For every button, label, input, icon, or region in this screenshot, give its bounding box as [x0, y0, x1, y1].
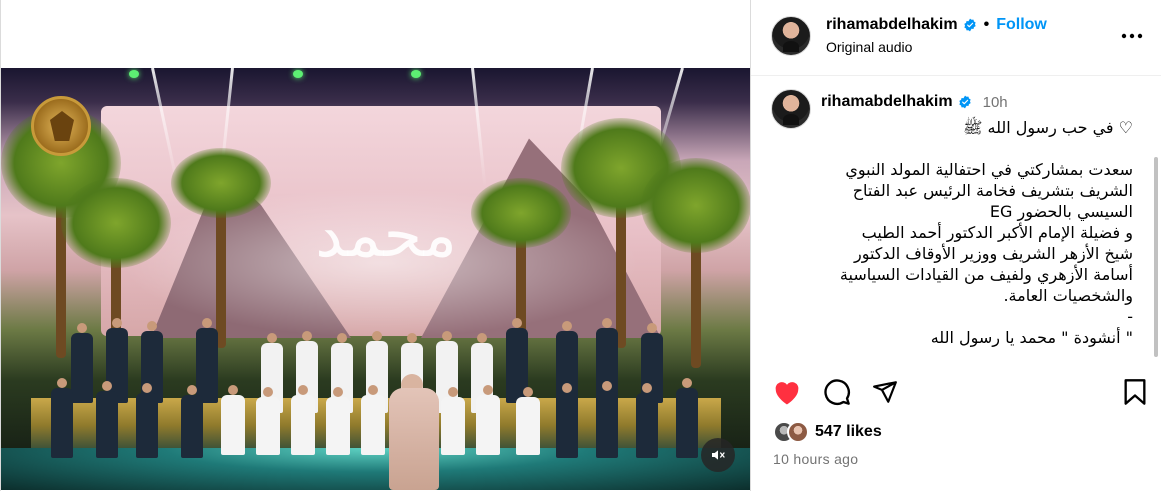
- choir-member: [196, 318, 218, 403]
- choir-member: [51, 378, 73, 458]
- choir-member: [636, 383, 658, 458]
- choir-member: [676, 378, 698, 458]
- save-button[interactable]: [1119, 376, 1151, 408]
- post-side-panel: rihamabdelhakim • Follow Original audio …: [750, 0, 1161, 491]
- heart-filled-icon: [775, 382, 799, 405]
- share-icon: [873, 381, 897, 403]
- choir-member: [476, 385, 500, 455]
- choir-member: [221, 385, 245, 455]
- original-audio-link[interactable]: Original audio: [826, 39, 912, 55]
- choir-member: [516, 387, 540, 455]
- comment-icon: [824, 379, 850, 405]
- choir-member: [361, 385, 385, 455]
- stage-light: [411, 70, 421, 78]
- comment-button[interactable]: [821, 376, 853, 408]
- choir-member: [96, 381, 118, 458]
- separator-dot: •: [983, 16, 990, 33]
- video-overlay-calligraphy: محمد: [315, 198, 457, 271]
- caption-timestamp[interactable]: 10h: [983, 94, 1008, 111]
- lead-singer: [389, 388, 439, 490]
- broadcaster-logo: [31, 96, 91, 156]
- media-column: محمد: [0, 0, 751, 491]
- choir-member: [326, 387, 350, 455]
- choir-member: [441, 387, 465, 455]
- author-username[interactable]: rihamabdelhakim: [826, 16, 958, 34]
- follow-button[interactable]: Follow: [996, 16, 1047, 34]
- author-row: rihamabdelhakim • Follow: [826, 16, 1047, 34]
- speaker-muted-icon: [712, 450, 725, 460]
- post-video[interactable]: محمد: [1, 68, 751, 490]
- verified-badge-icon: [958, 95, 971, 109]
- choir-member: [136, 383, 158, 458]
- share-button[interactable]: [869, 376, 901, 408]
- choir-member: [181, 385, 203, 458]
- choir-member: [256, 387, 280, 455]
- caption-section: rihamabdelhakim 10h ♡ في حب رسول الله ﷺ …: [751, 77, 1161, 357]
- choir-member: [596, 381, 618, 458]
- post-time-ago[interactable]: 10 hours ago: [773, 451, 858, 467]
- verified-badge-icon: [963, 18, 976, 32]
- bookmark-icon: [1124, 379, 1146, 405]
- mute-toggle-button[interactable]: [701, 438, 735, 472]
- choir-member: [556, 383, 578, 458]
- liker-avatar: [787, 421, 809, 443]
- likes-row[interactable]: 547 likes: [773, 418, 882, 446]
- more-options-button[interactable]: [1120, 24, 1144, 48]
- caption-author-avatar[interactable]: [771, 89, 811, 129]
- caption-username[interactable]: rihamabdelhakim: [821, 93, 953, 111]
- likes-count[interactable]: 547 likes: [815, 423, 882, 441]
- author-avatar[interactable]: [771, 16, 811, 56]
- post-header: rihamabdelhakim • Follow Original audio: [751, 0, 1161, 76]
- more-options-icon: [1121, 33, 1143, 39]
- choir-member: [291, 385, 315, 455]
- choir-member: [71, 323, 93, 403]
- caption-author-row: rihamabdelhakim 10h: [821, 93, 1008, 111]
- stage-light: [129, 70, 139, 78]
- stage-light: [293, 70, 303, 78]
- scrollbar[interactable]: [1153, 157, 1159, 357]
- choir-group: [46, 313, 706, 463]
- caption-text: ♡ في حب رسول الله ﷺ سعدت بمشاركتي في احت…: [839, 118, 1133, 347]
- post-actions: [751, 370, 1161, 420]
- like-button[interactable]: [771, 376, 803, 408]
